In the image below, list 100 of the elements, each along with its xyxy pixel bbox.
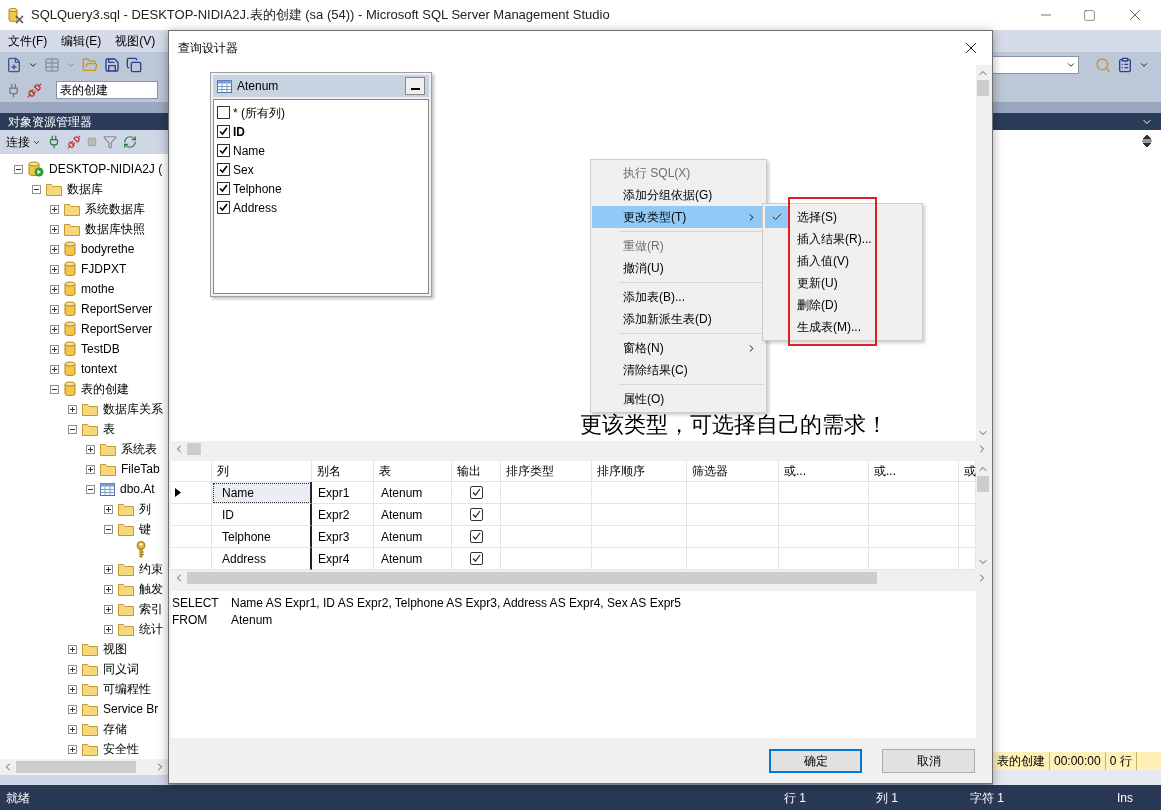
menu-item[interactable]: 生成表(M)... — [797, 318, 861, 336]
tree-item[interactable]: 表 — [103, 420, 115, 438]
table-cell[interactable] — [687, 526, 779, 548]
tree-item[interactable]: 可编程性 — [103, 680, 151, 698]
tree-item[interactable]: 列 — [139, 500, 151, 518]
tree-item[interactable]: 统计 — [139, 620, 163, 638]
expand-toggle[interactable] — [68, 724, 77, 734]
scrollbar-thumb[interactable] — [16, 761, 136, 773]
new-query-icon[interactable] — [6, 57, 22, 73]
expand-toggle[interactable] — [68, 664, 77, 674]
collapse-toggle[interactable] — [68, 424, 77, 434]
tree-item[interactable]: 约束 — [139, 560, 163, 578]
menu-item[interactable]: 添加新派生表(D) — [592, 308, 765, 330]
tree-item[interactable]: 数据库关系 — [103, 400, 163, 418]
tree-item[interactable]: ReportServer — [81, 300, 153, 318]
column-checkbox[interactable] — [217, 163, 230, 176]
menu-item[interactable]: 选择(S) — [797, 208, 837, 226]
menu-item[interactable]: 更新(U) — [797, 274, 838, 292]
tree-item[interactable]: FileTab — [121, 460, 160, 478]
table-cell[interactable] — [501, 482, 592, 504]
column-name[interactable]: * (所有列) — [233, 103, 285, 122]
connect-button[interactable]: 连接 — [6, 133, 41, 151]
database-combo[interactable]: 表的创建 — [56, 81, 158, 99]
menu-item[interactable]: 添加表(B)... — [592, 286, 765, 308]
table-cell[interactable]: Expr2 — [312, 504, 374, 526]
menu-item[interactable]: 属性(O) — [592, 388, 765, 410]
save-icon[interactable] — [104, 57, 120, 73]
table-cell[interactable]: Name — [212, 482, 312, 504]
menu-item[interactable]: 插入值(V) — [797, 252, 849, 270]
column-checkbox[interactable] — [217, 144, 230, 157]
table-cell[interactable] — [592, 504, 687, 526]
expand-toggle[interactable] — [68, 684, 77, 694]
column-header[interactable]: 排序类型 — [501, 461, 592, 482]
tree-item[interactable]: Service Br — [103, 700, 159, 718]
table-cell[interactable] — [452, 504, 501, 526]
expand-toggle[interactable] — [104, 584, 113, 594]
expand-toggle[interactable] — [50, 244, 59, 254]
table-cell[interactable] — [779, 526, 869, 548]
table-cell[interactable] — [452, 482, 501, 504]
table-cell[interactable]: Expr1 — [312, 482, 374, 504]
column-name[interactable]: Address — [233, 198, 278, 217]
table-cell[interactable] — [687, 504, 779, 526]
horizontal-scrollbar[interactable] — [171, 441, 990, 457]
menu-item[interactable]: 插入结果(R)... — [797, 230, 872, 248]
horizontal-scrollbar[interactable] — [171, 570, 990, 586]
table-cell[interactable] — [687, 482, 779, 504]
column-checkbox[interactable] — [217, 182, 230, 195]
table-cell[interactable]: Expr3 — [312, 526, 374, 548]
tree-item[interactable]: 数据库 — [67, 180, 103, 198]
menu-item[interactable]: 清除结果(C) — [592, 359, 765, 381]
table-cell[interactable]: Atenum — [374, 526, 452, 548]
tree-item[interactable]: ReportServer — [81, 320, 153, 338]
cancel-button[interactable]: 取消 — [882, 748, 975, 773]
caret-icon[interactable] — [28, 60, 38, 70]
refresh-icon[interactable] — [123, 135, 137, 149]
tree-item[interactable]: dbo.At — [120, 480, 155, 498]
table-cell[interactable] — [501, 504, 592, 526]
column-header[interactable]: 或... — [869, 461, 959, 482]
scrollbar-thumb[interactable] — [187, 572, 877, 584]
expand-toggle[interactable] — [104, 624, 113, 634]
expand-toggle[interactable] — [104, 564, 113, 574]
expand-toggle[interactable] — [86, 464, 95, 474]
tree-item[interactable]: TestDB — [81, 340, 120, 358]
expand-toggle[interactable] — [104, 504, 113, 514]
unplug-icon[interactable] — [67, 135, 81, 149]
splitter-icon[interactable] — [1141, 134, 1153, 148]
caret-icon[interactable] — [1066, 60, 1076, 70]
expand-toggle[interactable] — [68, 744, 77, 754]
expand-toggle[interactable] — [68, 704, 77, 714]
menu-item[interactable]: 撤消(U) — [592, 257, 765, 279]
tree-item[interactable]: FJDPXT — [81, 260, 127, 278]
minimize-button[interactable] — [405, 77, 425, 95]
tree-item[interactable]: 存储 — [103, 720, 127, 738]
collapse-toggle[interactable] — [14, 164, 23, 174]
table-cell[interactable] — [869, 504, 959, 526]
unplug-icon[interactable] — [27, 82, 42, 98]
column-name[interactable]: Name — [233, 141, 265, 160]
tree-item[interactable]: tontext — [81, 360, 118, 378]
tree-item[interactable]: 触发 — [139, 580, 163, 598]
expand-toggle[interactable] — [50, 264, 59, 274]
expand-toggle[interactable] — [50, 324, 59, 334]
combo-box[interactable] — [992, 56, 1079, 74]
filter-icon[interactable] — [103, 135, 117, 149]
table-cell[interactable]: Atenum — [374, 482, 452, 504]
menu-item[interactable]: 更改类型(T) — [592, 206, 765, 228]
menu-item[interactable]: 窗格(N) — [592, 337, 765, 359]
maximize-icon[interactable] — [1083, 8, 1096, 22]
expand-toggle[interactable] — [50, 344, 59, 354]
table-cell[interactable] — [592, 482, 687, 504]
clipboard-icon[interactable] — [1117, 57, 1133, 73]
column-header[interactable]: 排序顺序 — [592, 461, 687, 482]
ok-button[interactable]: 确定 — [769, 748, 862, 773]
expand-toggle[interactable] — [50, 304, 59, 314]
plug-icon[interactable] — [47, 135, 61, 149]
collapse-toggle[interactable] — [32, 184, 41, 194]
column-name[interactable]: Sex — [233, 160, 254, 179]
tree-item[interactable]: 同义词 — [103, 660, 139, 678]
column-header[interactable]: 或... — [779, 461, 869, 482]
tree-item[interactable]: 安全性 — [103, 740, 139, 758]
output-checkbox[interactable] — [469, 508, 483, 521]
